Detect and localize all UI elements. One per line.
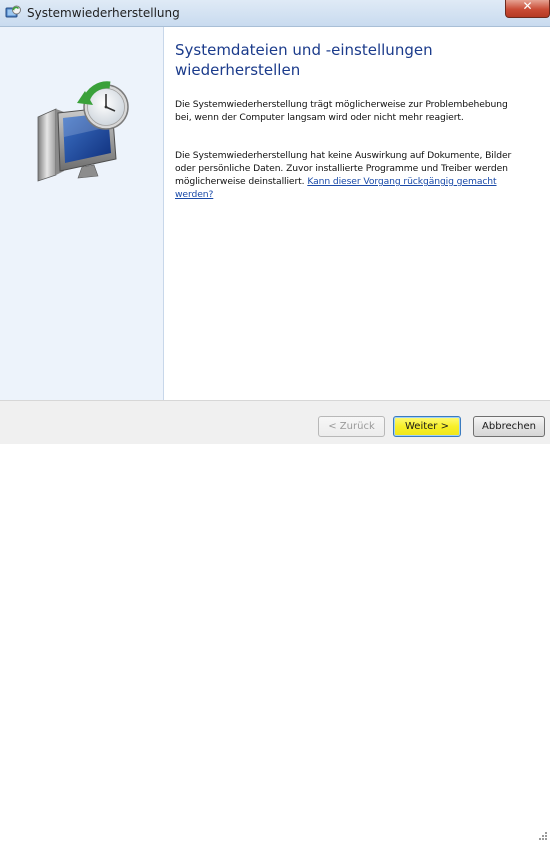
title-bar[interactable]: Systemwiederherstellung ✕: [0, 0, 550, 27]
window-title: Systemwiederherstellung: [27, 6, 180, 20]
cancel-button[interactable]: Abbrechen: [473, 416, 545, 437]
close-button[interactable]: ✕: [505, 0, 550, 18]
page-title: Systemdateien und -einstellungen wiederh…: [175, 41, 433, 79]
resize-grip-icon[interactable]: [538, 831, 548, 841]
system-restore-icon: [37, 81, 129, 182]
sidebar: [0, 27, 164, 400]
back-button[interactable]: < Zurück: [318, 416, 385, 437]
info-paragraph: Die Systemwiederherstellung hat keine Au…: [175, 149, 523, 201]
close-icon: ✕: [522, 0, 533, 13]
system-restore-app-icon: [5, 5, 21, 18]
next-button[interactable]: Weiter >: [393, 416, 461, 437]
description-paragraph: Die Systemwiederherstellung trägt möglic…: [175, 99, 508, 123]
main-content: Systemdateien und -einstellungen wiederh…: [164, 27, 550, 400]
button-bar: < Zurück Weiter > Abbrechen: [0, 400, 550, 840]
